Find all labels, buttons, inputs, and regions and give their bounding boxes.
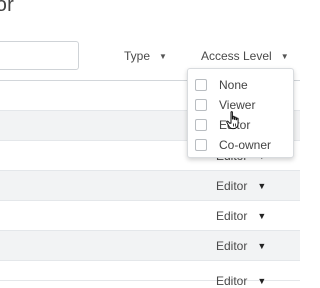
caret-down-icon: ▼ bbox=[280, 51, 289, 61]
checkbox[interactable] bbox=[195, 79, 207, 91]
table-row: Editor ▼ bbox=[0, 171, 300, 201]
checkbox[interactable] bbox=[195, 99, 207, 111]
role-label: Editor bbox=[216, 178, 248, 193]
checkbox[interactable] bbox=[195, 139, 207, 151]
checkbox[interactable] bbox=[195, 119, 207, 131]
table-row: Editor ▼ bbox=[0, 231, 300, 261]
role-label: Editor bbox=[216, 238, 248, 253]
access-option-none[interactable]: None bbox=[188, 75, 293, 95]
option-label: Co-owner bbox=[219, 138, 272, 152]
option-label: Viewer bbox=[219, 98, 256, 112]
access-level-filter-label: Access Level bbox=[201, 49, 272, 63]
caret-down-icon: ▼ bbox=[257, 210, 267, 221]
type-filter-button[interactable]: Type ▼ bbox=[124, 49, 167, 63]
table-row: Editor ▼ bbox=[0, 261, 300, 288]
caret-down-icon: ▼ bbox=[257, 180, 267, 191]
type-filter-label: Type bbox=[124, 49, 151, 63]
role-select[interactable]: Editor ▼ bbox=[216, 274, 266, 288]
role-select[interactable]: Editor ▼ bbox=[216, 209, 266, 223]
role-label: Editor bbox=[216, 208, 248, 223]
option-label: None bbox=[219, 78, 248, 92]
caret-down-icon: ▼ bbox=[257, 276, 267, 286]
access-option-co-owner[interactable]: Co-owner bbox=[188, 135, 293, 155]
hand-pointer-icon bbox=[226, 111, 239, 130]
table-row: Editor ▼ bbox=[0, 201, 300, 231]
role-select[interactable]: Editor ▼ bbox=[216, 179, 266, 193]
role-select[interactable]: Editor ▼ bbox=[216, 239, 266, 253]
role-label: Editor bbox=[216, 274, 248, 288]
search-input[interactable] bbox=[0, 41, 79, 70]
page-title: tor bbox=[0, 0, 14, 16]
caret-down-icon: ▼ bbox=[159, 51, 167, 61]
access-level-filter-button[interactable]: Access Level ▼ bbox=[201, 49, 289, 63]
caret-down-icon: ▼ bbox=[257, 240, 267, 251]
